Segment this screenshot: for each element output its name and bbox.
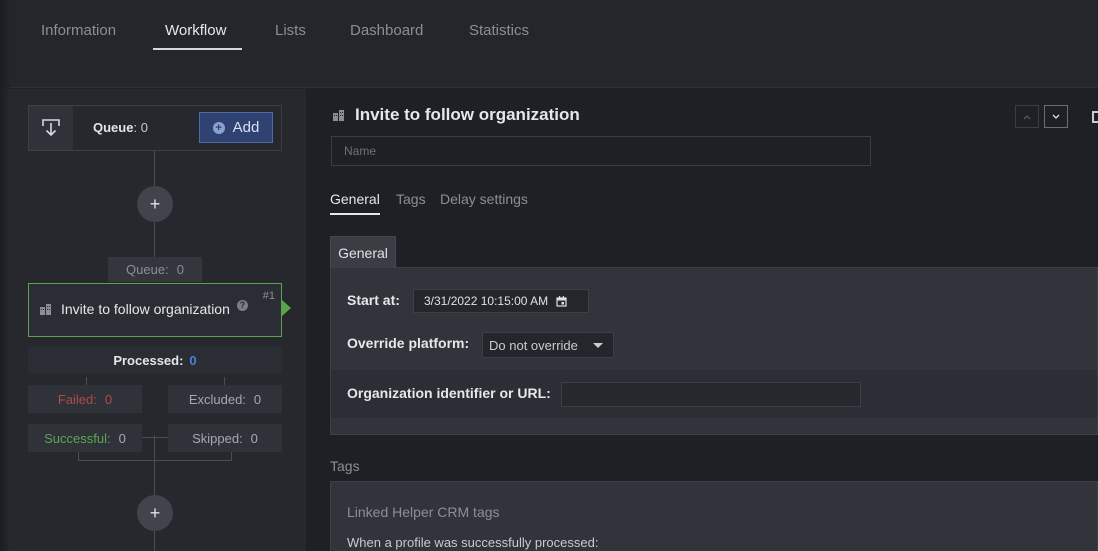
subtab-tags[interactable]: Tags [396,191,426,207]
calendar-icon[interactable] [1092,111,1098,123]
organization-row: Organization identifier or URL: [331,370,1097,418]
chevron-up-icon [1023,114,1031,119]
panel-edge [0,89,10,551]
tab-dashboard[interactable]: Dashboard [350,20,423,41]
active-tab-indicator [153,48,242,50]
add-step-button[interactable]: + [137,186,173,222]
active-subtab-indicator [330,213,380,215]
subtab-general[interactable]: General [330,191,380,207]
top-tab-bar: Information Workflow Lists Dashboard Sta… [0,0,1098,88]
detail-header: Invite to follow organization [332,105,580,125]
connector-line [154,531,155,551]
connector-line [142,437,168,438]
tab-lists[interactable]: Lists [275,20,306,41]
override-platform-label: Override platform: [347,335,470,351]
detail-title: Invite to follow organization [355,105,580,124]
organization-url-input[interactable] [561,382,861,407]
connector-line [78,460,232,461]
connector-line [154,151,155,186]
name-field[interactable] [331,136,871,166]
start-at-label: Start at: [347,292,400,308]
add-step-button[interactable]: + [137,495,173,531]
connector-line [86,377,87,385]
step-number: #1 [262,290,275,302]
organization-url-label: Organization identifier or URL: [347,385,551,401]
tags-section-label: Tags [330,458,360,474]
action-title: Invite to follow organization [61,301,230,317]
help-icon[interactable]: ? [237,300,248,311]
tab-information[interactable]: Information [41,20,116,41]
sidebar-edge [0,0,10,88]
crm-tags-title: Linked Helper CRM tags [347,504,500,520]
organization-icon [333,109,344,121]
caret-down-icon [593,343,603,348]
calendar-icon[interactable] [556,295,567,307]
download-icon[interactable] [29,106,73,150]
override-platform-select[interactable]: Do not override [482,332,614,358]
chevron-down-icon [1052,114,1060,119]
workflow-panel: Queue: 0 + Add + Queue: 0 Invite to foll… [0,89,306,551]
excluded-count[interactable]: Excluded: 0 [168,385,282,413]
start-queue-box: Queue: 0 + Add [28,105,282,151]
connector-line [78,452,79,460]
general-section: Start at: 3/31/2022 10:15:00 AM Override… [330,267,1098,435]
start-at-datetime-input[interactable]: 3/31/2022 10:15:00 AM [413,289,589,313]
connector-line [231,452,232,460]
successful-count[interactable]: Successful: 0 [28,424,142,452]
move-up-button[interactable] [1015,105,1039,128]
app-window: Information Workflow Lists Dashboard Sta… [0,0,1098,551]
selected-step-arrow [282,300,291,316]
crm-tags-description: When a profile was successfully processe… [347,535,599,550]
connector-line [154,222,155,257]
action-step-card[interactable]: Invite to follow organization ? #1 [28,283,282,337]
move-down-button[interactable] [1044,105,1068,128]
connector-line [154,435,155,495]
connector-line [224,377,225,385]
tab-statistics[interactable]: Statistics [469,20,529,41]
add-button[interactable]: + Add [199,112,273,143]
tags-section: Linked Helper CRM tags When a profile wa… [330,481,1098,551]
subtab-delay-settings[interactable]: Delay settings [440,191,528,207]
action-detail-panel: Invite to follow organization General Ta… [306,89,1098,551]
queue-count: Queue: 0 [93,120,148,135]
tab-workflow[interactable]: Workflow [165,20,226,41]
skipped-count[interactable]: Skipped: 0 [168,424,282,452]
processed-count: Processed: 0 [28,346,282,374]
step-queue-pill: Queue: 0 [108,257,202,282]
plus-circle-icon: + [212,121,225,134]
section-tab-general[interactable]: General [330,236,396,268]
failed-count[interactable]: Failed: 0 [28,385,142,413]
organization-icon [39,303,52,321]
